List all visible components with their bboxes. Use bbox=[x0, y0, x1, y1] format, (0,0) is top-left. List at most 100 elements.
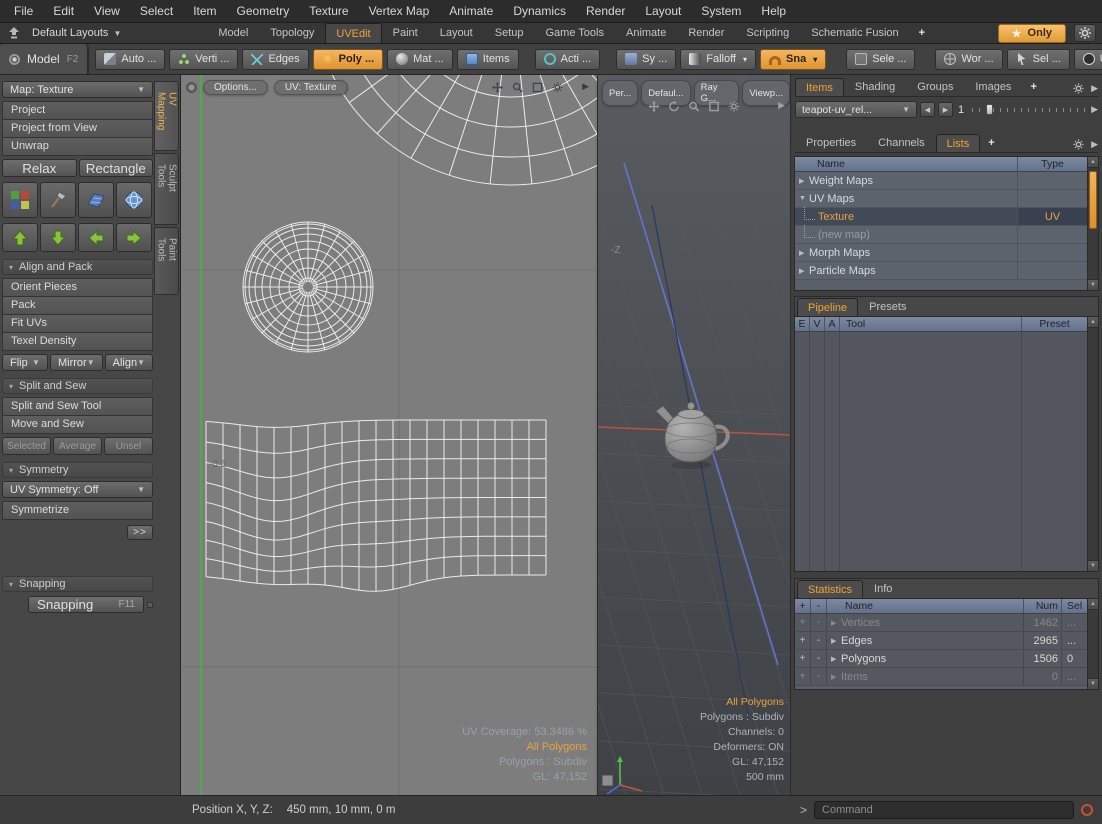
collapsed-arrow-icon[interactable]: ▶ bbox=[827, 637, 841, 645]
vtab-sculpt-tools[interactable]: Sculpt Tools bbox=[154, 153, 179, 225]
tab-statistics[interactable]: Statistics bbox=[797, 580, 863, 598]
symmetry-button[interactable]: Sy ... bbox=[616, 49, 676, 70]
list-item-project-from-view[interactable]: Project from View bbox=[3, 120, 152, 138]
uv-symmetry-dropdown[interactable]: UV Symmetry: Off▼ bbox=[2, 481, 153, 498]
pipeline-scrollbar[interactable]: ▲ ▼ bbox=[1087, 317, 1098, 571]
frame-icon[interactable] bbox=[532, 82, 543, 93]
more-tools-button[interactable]: >> bbox=[127, 525, 153, 540]
section-snapping[interactable]: Snapping bbox=[2, 576, 153, 592]
selection-button[interactable]: Sele ... bbox=[846, 49, 915, 70]
zoom-icon[interactable] bbox=[512, 82, 523, 93]
uv-surface-tool-button[interactable] bbox=[78, 182, 114, 218]
tab-info[interactable]: Info bbox=[863, 579, 903, 598]
mirror-dropdown[interactable]: Mirror▼ bbox=[50, 354, 103, 371]
orbit-icon[interactable] bbox=[669, 101, 680, 112]
zoom-icon[interactable] bbox=[689, 101, 700, 112]
item-selector-dropdown[interactable]: teapot-uv_rel...▼ bbox=[795, 101, 917, 118]
tab-images[interactable]: Images bbox=[964, 77, 1022, 96]
list-item-symmetrize[interactable]: Symmetrize bbox=[3, 502, 152, 520]
pipeline-body[interactable] bbox=[795, 332, 1087, 571]
uv-map-pill[interactable]: UV: Texture bbox=[274, 80, 348, 95]
statistics-scrollbar[interactable]: ▲ ▼ bbox=[1087, 599, 1098, 689]
align-dropdown[interactable]: Align▼ bbox=[105, 354, 153, 371]
uv-viewport[interactable]: Options... UV: Texture ▶ -0.5 UV Coverag… bbox=[181, 75, 598, 795]
tab-game-tools[interactable]: Game Tools bbox=[534, 22, 615, 43]
menu-system[interactable]: System bbox=[691, 1, 751, 21]
collapsed-arrow-icon[interactable]: ▶ bbox=[795, 267, 809, 275]
stat-row-edges[interactable]: + - ▶ Edges 2965 ... bbox=[795, 632, 1087, 650]
auto-mode-button[interactable]: Auto ... bbox=[95, 49, 165, 70]
menu-dynamics[interactable]: Dynamics bbox=[503, 1, 576, 21]
vertices-mode-button[interactable]: Verti ... bbox=[169, 49, 238, 70]
collapsed-arrow-icon[interactable]: ▶ bbox=[795, 177, 809, 185]
expand-plus-button[interactable]: + bbox=[795, 668, 811, 685]
command-input[interactable] bbox=[814, 801, 1074, 819]
add-workspace-tab[interactable]: + bbox=[910, 22, 934, 43]
tab-lists[interactable]: Lists bbox=[936, 134, 981, 152]
tab-items[interactable]: Items bbox=[795, 78, 844, 96]
pan-icon[interactable] bbox=[649, 101, 660, 112]
unreal-bridge-button[interactable]: Unr ... bbox=[1074, 49, 1102, 70]
list-row-particle-maps[interactable]: ▶Particle Maps bbox=[795, 262, 1087, 280]
relax-button[interactable]: Relax bbox=[2, 159, 77, 177]
menu-render[interactable]: Render bbox=[576, 1, 635, 21]
panel-arrow-icon[interactable]: ▶ bbox=[778, 100, 785, 111]
tab-presets[interactable]: Presets bbox=[858, 297, 917, 316]
collapse-minus-button[interactable]: - bbox=[811, 668, 827, 685]
gear-icon[interactable] bbox=[1074, 24, 1096, 42]
expanded-arrow-icon[interactable]: ▼ bbox=[795, 195, 809, 202]
move-left-button[interactable] bbox=[78, 223, 114, 252]
sew-selected-button[interactable]: Selected bbox=[2, 437, 51, 455]
viewport-menu-icon[interactable] bbox=[186, 82, 197, 93]
stat-row-vertices[interactable]: + - ▶ Vertices 1462 ... bbox=[795, 614, 1087, 632]
menu-edit[interactable]: Edit bbox=[43, 1, 84, 21]
sew-unselected-button[interactable]: Unsel bbox=[104, 437, 153, 455]
collapsed-arrow-icon[interactable]: ▶ bbox=[827, 655, 841, 663]
sew-average-button[interactable]: Average bbox=[53, 437, 102, 455]
stat-row-polygons[interactable]: + - ▶ Polygons 1506 0 bbox=[795, 650, 1087, 668]
gear-icon[interactable] bbox=[729, 101, 740, 112]
menu-geometry[interactable]: Geometry bbox=[227, 1, 300, 21]
workplane-button[interactable]: Wor ... bbox=[935, 49, 1002, 70]
model-panel-header[interactable]: Model F2 bbox=[0, 44, 89, 74]
menu-file[interactable]: File bbox=[4, 1, 43, 21]
polygons-mode-button[interactable]: Poly ... bbox=[313, 49, 383, 70]
tab-channels[interactable]: Channels bbox=[867, 133, 935, 152]
expand-plus-button[interactable]: + bbox=[795, 650, 811, 667]
panel-arrow-icon[interactable]: ▶ bbox=[1091, 83, 1098, 94]
vtab-paint-tools[interactable]: Paint Tools bbox=[154, 227, 179, 295]
tab-uvedit[interactable]: UVEdit bbox=[325, 23, 381, 43]
perspective-viewport[interactable]: Per... Defaul... Ray G... Viewp... ▶ -Z … bbox=[598, 75, 791, 795]
vtab-uv-mapping[interactable]: UV Mapping bbox=[154, 81, 179, 151]
tab-topology[interactable]: Topology bbox=[259, 22, 325, 43]
move-up-button[interactable] bbox=[2, 223, 38, 252]
menu-layout[interactable]: Layout bbox=[635, 1, 691, 21]
expand-plus-button[interactable]: + bbox=[795, 632, 811, 649]
slider-thumb[interactable] bbox=[986, 104, 993, 115]
rectangle-button[interactable]: Rectangle bbox=[79, 159, 154, 177]
layout-switcher[interactable]: Default Layouts▼ bbox=[24, 25, 129, 41]
falloff-button[interactable]: Falloff▾ bbox=[680, 49, 756, 70]
materials-button[interactable]: Mat ... bbox=[387, 49, 453, 70]
scroll-up-icon[interactable]: ▲ bbox=[1088, 157, 1098, 168]
scroll-down-icon[interactable]: ▼ bbox=[1088, 678, 1098, 689]
menu-help[interactable]: Help bbox=[751, 1, 796, 21]
uv-sphere-tool-button[interactable] bbox=[116, 182, 152, 218]
collapsed-arrow-icon[interactable]: ▶ bbox=[827, 673, 841, 681]
list-item-pack[interactable]: Pack bbox=[3, 297, 152, 315]
flip-dropdown[interactable]: Flip▼ bbox=[2, 354, 48, 371]
sculpt-hammer-tool-button[interactable] bbox=[40, 182, 76, 218]
list-row-morph-maps[interactable]: ▶Morph Maps bbox=[795, 244, 1087, 262]
collapse-minus-button[interactable]: - bbox=[811, 614, 827, 631]
map-texture-dropdown[interactable]: Map: Texture▼ bbox=[2, 81, 153, 98]
command-history-icon[interactable] bbox=[1081, 804, 1093, 816]
tab-setup[interactable]: Setup bbox=[484, 22, 535, 43]
tab-model[interactable]: Model bbox=[207, 22, 259, 43]
gear-icon[interactable] bbox=[552, 82, 563, 93]
tab-shading[interactable]: Shading bbox=[844, 77, 906, 96]
options-pill[interactable]: Options... bbox=[203, 80, 268, 95]
menu-item[interactable]: Item bbox=[183, 1, 226, 21]
collapse-minus-button[interactable]: - bbox=[811, 632, 827, 649]
snapping-toolbar-button[interactable]: Sna▾ bbox=[760, 49, 826, 70]
move-down-button[interactable] bbox=[40, 223, 76, 252]
